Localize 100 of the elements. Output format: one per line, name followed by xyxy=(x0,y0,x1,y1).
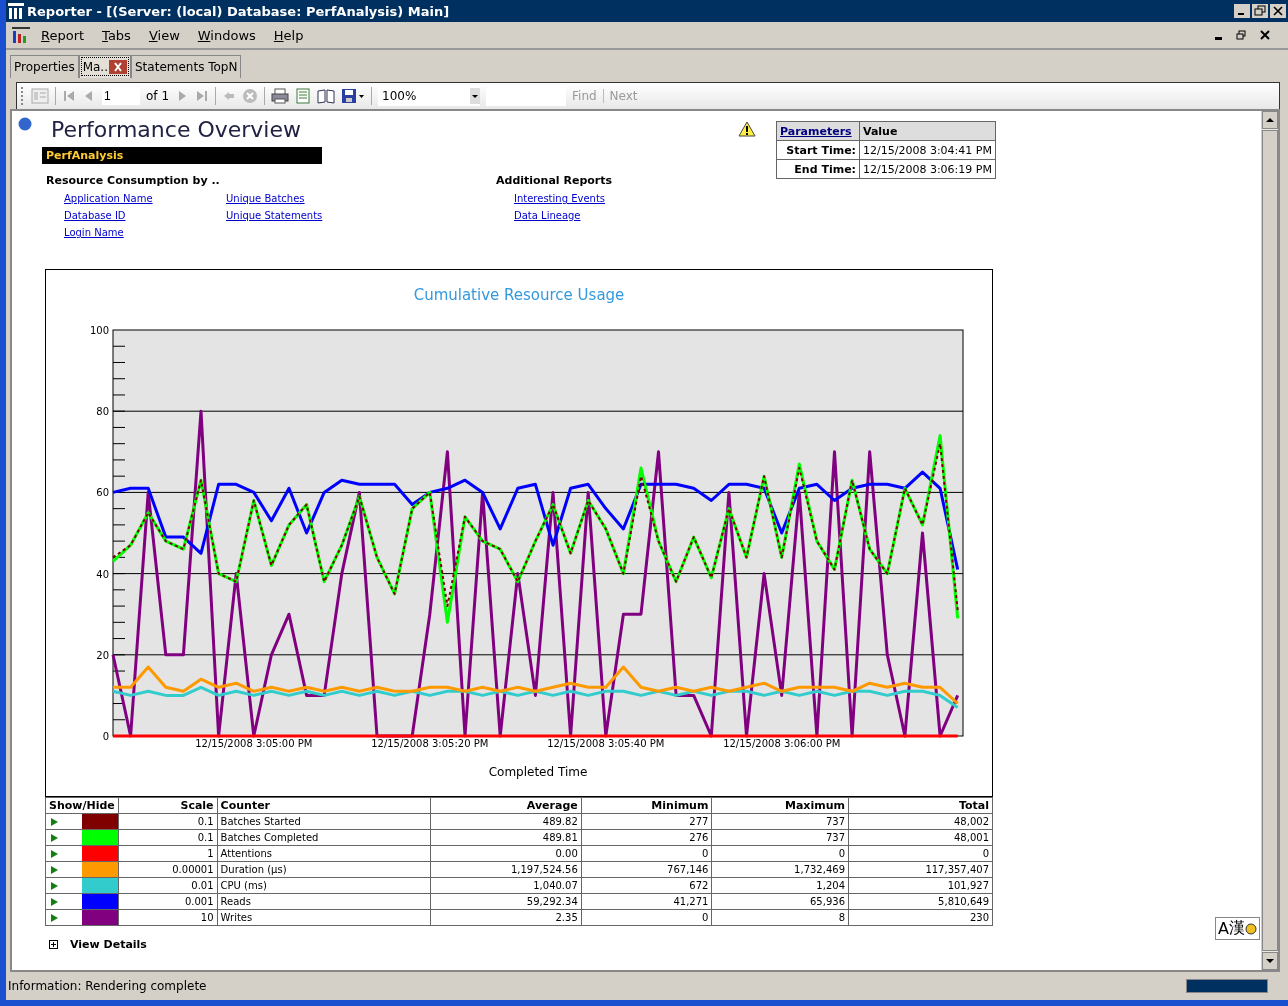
view-details-toggle[interactable]: View Details xyxy=(70,938,147,951)
table-cell: 0 xyxy=(848,845,993,862)
table-cell: 59,292.34 xyxy=(430,893,582,910)
report-title: Performance Overview xyxy=(51,117,302,144)
table-cell: 737 xyxy=(711,813,849,830)
report-link[interactable]: Unique Batches xyxy=(226,193,388,204)
table-cell: 48,001 xyxy=(848,829,993,846)
page-setup-icon[interactable] xyxy=(317,88,335,104)
table-cell: 489.82 xyxy=(430,813,582,830)
table-cell: Duration (µs) xyxy=(217,861,431,878)
table-cell: 489.81 xyxy=(430,829,582,846)
menu-item[interactable]: Report xyxy=(34,27,92,43)
column-header: Show/Hide xyxy=(45,797,119,814)
close-button[interactable] xyxy=(1260,30,1270,40)
parameter-label: End Time: xyxy=(776,159,860,179)
page-count: of 1 xyxy=(146,89,169,103)
table-cell: 277 xyxy=(581,813,712,830)
table-cell: 767,146 xyxy=(581,861,712,878)
x-axis-label: 12/15/2008 3:05:20 PM xyxy=(371,738,489,749)
menu-item[interactable]: Windows xyxy=(190,27,263,43)
table-cell: 8 xyxy=(711,909,849,926)
table-cell: 0.01 xyxy=(118,877,218,894)
parameter-value: 12/15/2008 3:06:19 PM xyxy=(859,159,996,179)
table-cell: 0.00 xyxy=(430,845,582,862)
tab[interactable]: Properties xyxy=(10,55,79,78)
save-icon[interactable] xyxy=(341,88,365,104)
report-link[interactable]: Interesting Events xyxy=(514,193,676,204)
table-cell: 0.00001 xyxy=(118,861,218,878)
database-banner: PerfAnalysis xyxy=(42,147,322,164)
table-cell: 41,271 xyxy=(581,893,712,910)
table-cell: Attentions xyxy=(217,845,431,862)
table-cell: 2.35 xyxy=(430,909,582,926)
report-link[interactable]: Data Lineage xyxy=(514,210,676,221)
y-axis-label: 100 xyxy=(89,325,109,336)
section-heading: Resource Consumption by .. xyxy=(46,174,221,187)
column-header: Minimum xyxy=(581,797,712,814)
warning-icon xyxy=(738,121,756,137)
table-cell: Batches Started xyxy=(217,813,431,830)
report-link[interactable]: Unique Statements xyxy=(226,210,388,221)
y-axis-label: 40 xyxy=(96,568,109,580)
table-cell: 0 xyxy=(581,845,712,862)
table-cell: 65,936 xyxy=(711,893,849,910)
menu-item[interactable]: Help xyxy=(266,27,311,43)
chart-title: Cumulative Resource Usage xyxy=(413,286,625,304)
zoom-dropdown[interactable]: 100% xyxy=(378,86,480,106)
table-cell: Batches Completed xyxy=(217,829,431,846)
status-text: Information: Rendering complete xyxy=(8,979,207,993)
column-header: Maximum xyxy=(711,797,849,814)
parameter-value: 12/15/2008 3:04:41 PM xyxy=(859,140,996,160)
table-cell: 1,732,469 xyxy=(711,861,849,878)
table-cell: 117,357,407 xyxy=(848,861,993,878)
printer-icon[interactable] xyxy=(271,88,289,104)
menu-item[interactable]: Tabs xyxy=(95,27,138,43)
table-cell: 1,204 xyxy=(711,877,849,894)
table-cell: 0.001 xyxy=(118,893,218,910)
section-heading: Additional Reports xyxy=(496,174,614,187)
table-cell: 48,002 xyxy=(848,813,993,830)
chart-icon xyxy=(12,27,30,43)
table-cell: 737 xyxy=(711,829,849,846)
column-header: Value xyxy=(859,121,996,141)
menu-item[interactable]: View xyxy=(141,27,187,43)
tab[interactable]: Statements TopN xyxy=(131,55,242,78)
table-cell: 672 xyxy=(581,877,712,894)
x-axis-title: Completed Time xyxy=(488,765,588,779)
table-cell: 276 xyxy=(581,829,712,846)
expand-icon[interactable] xyxy=(49,940,58,949)
table-cell: 1 xyxy=(118,845,218,862)
y-axis-label: 0 xyxy=(102,731,109,742)
restore-button[interactable] xyxy=(1252,4,1268,18)
table-cell: 0 xyxy=(581,909,712,926)
table-cell: 1,197,524.56 xyxy=(430,861,582,878)
report-link[interactable]: Application Name xyxy=(64,193,226,204)
y-axis-label: 60 xyxy=(96,487,109,499)
minimize-button[interactable] xyxy=(1234,4,1250,18)
table-cell: 1,040.07 xyxy=(430,877,582,894)
parameter-label: Start Time: xyxy=(776,140,860,160)
table-cell: CPU (ms) xyxy=(217,877,431,894)
table-cell: 101,927 xyxy=(848,877,993,894)
close-button[interactable] xyxy=(1270,4,1286,18)
table-cell: Reads xyxy=(217,893,431,910)
emoticon-icon xyxy=(1245,921,1257,936)
x-axis-label: 12/15/2008 3:05:40 PM xyxy=(547,738,665,749)
column-header: Counter xyxy=(217,797,431,814)
minimize-button[interactable] xyxy=(1215,36,1222,40)
y-axis-label: 20 xyxy=(96,649,109,661)
table-cell: 0.1 xyxy=(118,829,218,846)
close-tab-icon[interactable] xyxy=(109,60,127,74)
window-title: Reporter - [(Server: (local) Database: PerfAnalysis) Main] xyxy=(27,3,451,19)
table-cell: 0 xyxy=(711,845,849,862)
column-header: Average xyxy=(430,797,582,814)
ime-toolbar[interactable]: A漢 xyxy=(1215,917,1260,940)
page-field[interactable]: 1 xyxy=(102,87,140,105)
x-axis-label: 12/15/2008 3:06:00 PM xyxy=(723,738,841,749)
tab[interactable]: Ma.. xyxy=(78,55,131,78)
table-cell: 230 xyxy=(848,909,993,926)
report-link[interactable]: Login Name xyxy=(64,227,226,238)
restore-button[interactable] xyxy=(1236,30,1246,40)
column-header: Scale xyxy=(118,797,218,814)
report-link[interactable]: Database ID xyxy=(64,210,226,221)
app-icon[interactable] xyxy=(8,3,24,19)
